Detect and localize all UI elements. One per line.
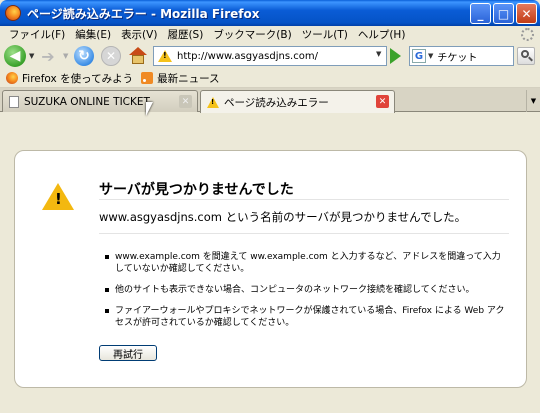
- back-history-dropdown-icon[interactable]: ▼: [29, 52, 34, 60]
- error-page-container: ! サーバが見つかりませんでした www.asgyasdjns.com という名…: [14, 150, 527, 388]
- bookmark-label: 最新ニュース: [157, 72, 220, 85]
- menu-bookmarks[interactable]: ブックマーク(B): [208, 27, 296, 42]
- menu-tools[interactable]: ツール(T): [297, 27, 353, 42]
- throbber-icon: [521, 28, 534, 41]
- page-icon: [9, 95, 19, 108]
- error-warning-icon: !: [42, 183, 74, 210]
- url-text[interactable]: http://www.asgyasdjns.com/: [177, 51, 318, 62]
- forward-button[interactable]: ➔: [38, 46, 58, 66]
- address-bar[interactable]: ! http://www.asgyasdjns.com/: [153, 46, 387, 66]
- menu-history[interactable]: 履歴(S): [162, 27, 208, 42]
- search-engine-dropdown-icon[interactable]: ▼: [428, 52, 433, 60]
- list-item: ファイアーウォールやプロキシでネットワークが保護されている場合、Firefox …: [105, 305, 505, 329]
- list-item: www.example.com を間違えて ww.example.com と入力…: [105, 251, 505, 275]
- tab-suzuka-online-ticket[interactable]: SUZUKA ONLINE TICKET ✕: [2, 90, 198, 112]
- window-title-bar: ページ読み込みエラー - Mozilla Firefox _ □ ✕: [0, 0, 540, 26]
- error-short-description: www.asgyasdjns.com という名前のサーバが見つかりませんでした。: [99, 210, 467, 224]
- bookmark-latest-news[interactable]: 最新ニュース: [141, 71, 220, 86]
- rss-icon: [141, 72, 154, 84]
- home-icon: [129, 47, 147, 55]
- site-warning-icon: !: [158, 50, 172, 62]
- divider: [99, 199, 509, 200]
- google-search-engine-icon[interactable]: G: [412, 49, 426, 63]
- bookmark-getting-started[interactable]: Firefox を使ってみよう: [6, 71, 133, 86]
- search-input[interactable]: チケット: [437, 49, 477, 64]
- list-item: 他のサイトも表示できない場合、コンピュータのネットワーク接続を確認してください。: [105, 284, 505, 296]
- bookmarks-toolbar: Firefox を使ってみよう 最新ニュース: [0, 69, 540, 88]
- retry-button[interactable]: 再試行: [99, 345, 157, 361]
- minimize-button[interactable]: _: [470, 3, 491, 24]
- firefox-app-icon: [5, 5, 21, 21]
- url-history-dropdown-icon[interactable]: ▼: [376, 50, 381, 58]
- error-title: サーバが見つかりませんでした: [99, 182, 294, 198]
- stop-button[interactable]: ✕: [101, 46, 121, 66]
- mouse-cursor-icon: [146, 102, 153, 116]
- maximize-button[interactable]: □: [493, 3, 514, 24]
- forward-arrow-icon: ➔: [41, 46, 55, 66]
- window-title: ページ読み込みエラー - Mozilla Firefox: [27, 6, 260, 21]
- back-button[interactable]: ◀: [4, 45, 26, 67]
- reload-icon: ↻: [78, 48, 90, 64]
- tab-close-icon[interactable]: ✕: [179, 95, 192, 108]
- error-suggestions-list: www.example.com を間違えて ww.example.com と入力…: [105, 251, 505, 338]
- bookmark-label: Firefox を使ってみよう: [22, 72, 134, 85]
- tab-page-load-error[interactable]: ! ページ読み込みエラー ✕: [200, 90, 395, 113]
- tab-close-icon[interactable]: ✕: [376, 95, 389, 108]
- menu-file[interactable]: ファイル(F): [4, 27, 70, 42]
- search-box[interactable]: G ▼ チケット: [409, 46, 514, 66]
- menu-help[interactable]: ヘルプ(H): [353, 27, 411, 42]
- menu-bar: ファイル(F) 編集(E) 表示(V) 履歴(S) ブックマーク(B) ツール(…: [0, 26, 540, 43]
- home-button[interactable]: [128, 46, 148, 66]
- divider: [99, 233, 509, 234]
- menu-view[interactable]: 表示(V): [116, 27, 162, 42]
- tab-label: SUZUKA ONLINE TICKET: [24, 95, 150, 108]
- navigation-toolbar: ◀ ▼ ➔ ▼ ↻ ✕ ! http://www.asgyasdjns.com/…: [0, 43, 540, 69]
- tab-bar: SUZUKA ONLINE TICKET ✕ ! ページ読み込みエラー ✕ ▼: [0, 88, 540, 113]
- close-window-button[interactable]: ✕: [516, 3, 537, 24]
- page-content: ! サーバが見つかりませんでした www.asgyasdjns.com という名…: [0, 113, 540, 413]
- stop-icon: ✕: [105, 49, 117, 63]
- reload-button[interactable]: ↻: [74, 46, 94, 66]
- tab-list-dropdown-icon[interactable]: ▼: [526, 90, 540, 112]
- search-button[interactable]: [517, 47, 535, 65]
- firefox-icon: [6, 72, 18, 84]
- warning-icon: !: [207, 96, 219, 108]
- go-button[interactable]: [390, 48, 401, 64]
- tab-label: ページ読み込みエラー: [224, 96, 329, 109]
- menu-edit[interactable]: 編集(E): [70, 27, 116, 42]
- back-arrow-icon: ◀: [9, 48, 21, 64]
- window-controls: _ □ ✕: [470, 3, 537, 24]
- forward-history-dropdown-icon[interactable]: ▼: [63, 52, 68, 60]
